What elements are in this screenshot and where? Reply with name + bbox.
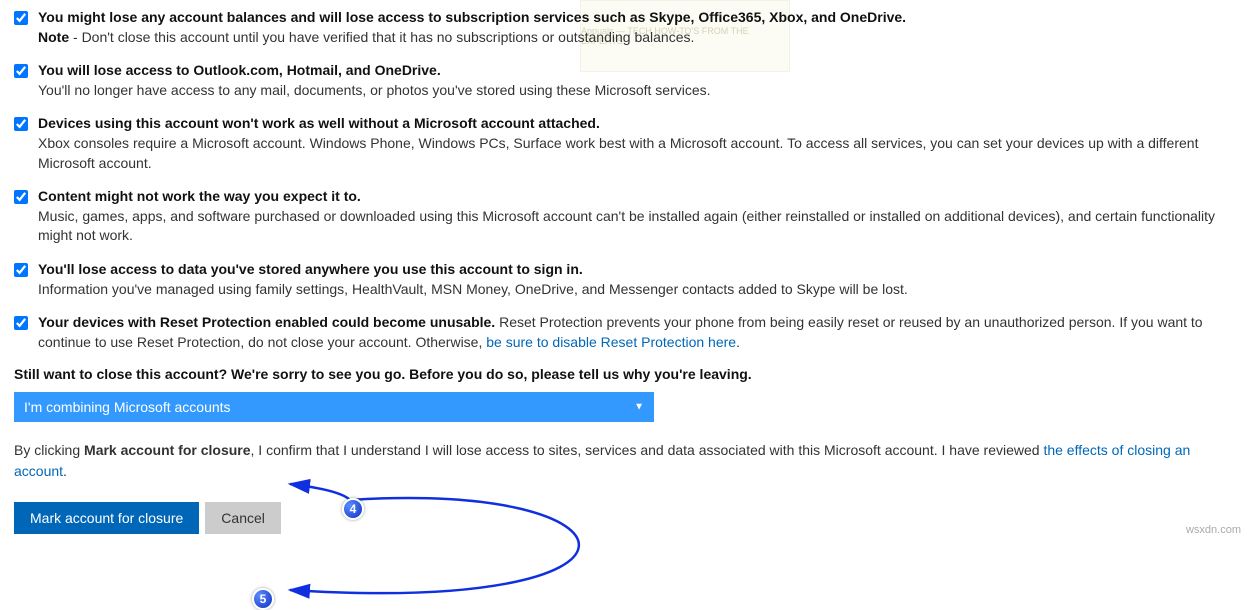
ack-item-devices: Devices using this account won't work as…	[14, 114, 1241, 173]
watermark: wsxdn.com	[1186, 524, 1241, 536]
ack-item-content: Content might not work the way you expec…	[14, 187, 1241, 246]
ack-title: Your devices with Reset Protection enabl…	[38, 314, 495, 330]
ack-checkbox-outlook[interactable]	[14, 64, 28, 78]
ack-checkbox-reset-protection[interactable]	[14, 316, 28, 330]
ack-item-data: You'll lose access to data you've stored…	[14, 260, 1241, 299]
ack-desc: Music, games, apps, and software purchas…	[38, 208, 1215, 244]
ack-title: You might lose any account balances and …	[38, 9, 906, 25]
ack-title: You'll lose access to data you've stored…	[38, 261, 583, 277]
ack-checkbox-data[interactable]	[14, 263, 28, 277]
ack-item-reset-protection: Your devices with Reset Protection enabl…	[14, 313, 1241, 352]
ack-desc: Xbox consoles require a Microsoft accoun…	[38, 135, 1198, 171]
reason-select-wrap: I'm combining Microsoft accounts ▼	[14, 392, 654, 422]
ack-checkbox-content[interactable]	[14, 190, 28, 204]
mark-for-closure-button[interactable]: Mark account for closure	[14, 502, 199, 534]
ack-title: Devices using this account won't work as…	[38, 115, 600, 131]
ack-desc: You'll no longer have access to any mail…	[38, 82, 711, 98]
confirm-tail: .	[63, 463, 67, 479]
confirmation-text: By clicking Mark account for closure, I …	[14, 440, 1241, 482]
ack-checkbox-balances[interactable]	[14, 11, 28, 25]
confirm-mid: , I confirm that I understand I will los…	[251, 442, 1044, 458]
reason-select[interactable]: I'm combining Microsoft accounts	[14, 392, 654, 422]
ack-title: Content might not work the way you expec…	[38, 188, 361, 204]
disable-reset-protection-link[interactable]: be sure to disable Reset Protection here	[486, 334, 736, 350]
confirm-pre: By clicking	[14, 442, 84, 458]
cancel-button[interactable]: Cancel	[205, 502, 281, 534]
confirm-bold: Mark account for closure	[84, 442, 251, 458]
ack-item-balances: You might lose any account balances and …	[14, 8, 1241, 47]
ack-desc: - Don't close this account until you hav…	[69, 29, 694, 45]
ack-checkbox-devices[interactable]	[14, 117, 28, 131]
note-label: Note	[38, 29, 69, 45]
ack-title: You will lose access to Outlook.com, Hot…	[38, 62, 441, 78]
ack-desc: Information you've managed using family …	[38, 281, 908, 297]
annotation-badge-5: 5	[252, 588, 274, 610]
ack-item-outlook: You will lose access to Outlook.com, Hot…	[14, 61, 1241, 100]
ack-tail: .	[736, 334, 740, 350]
closure-question: Still want to close this account? We're …	[14, 366, 1241, 382]
